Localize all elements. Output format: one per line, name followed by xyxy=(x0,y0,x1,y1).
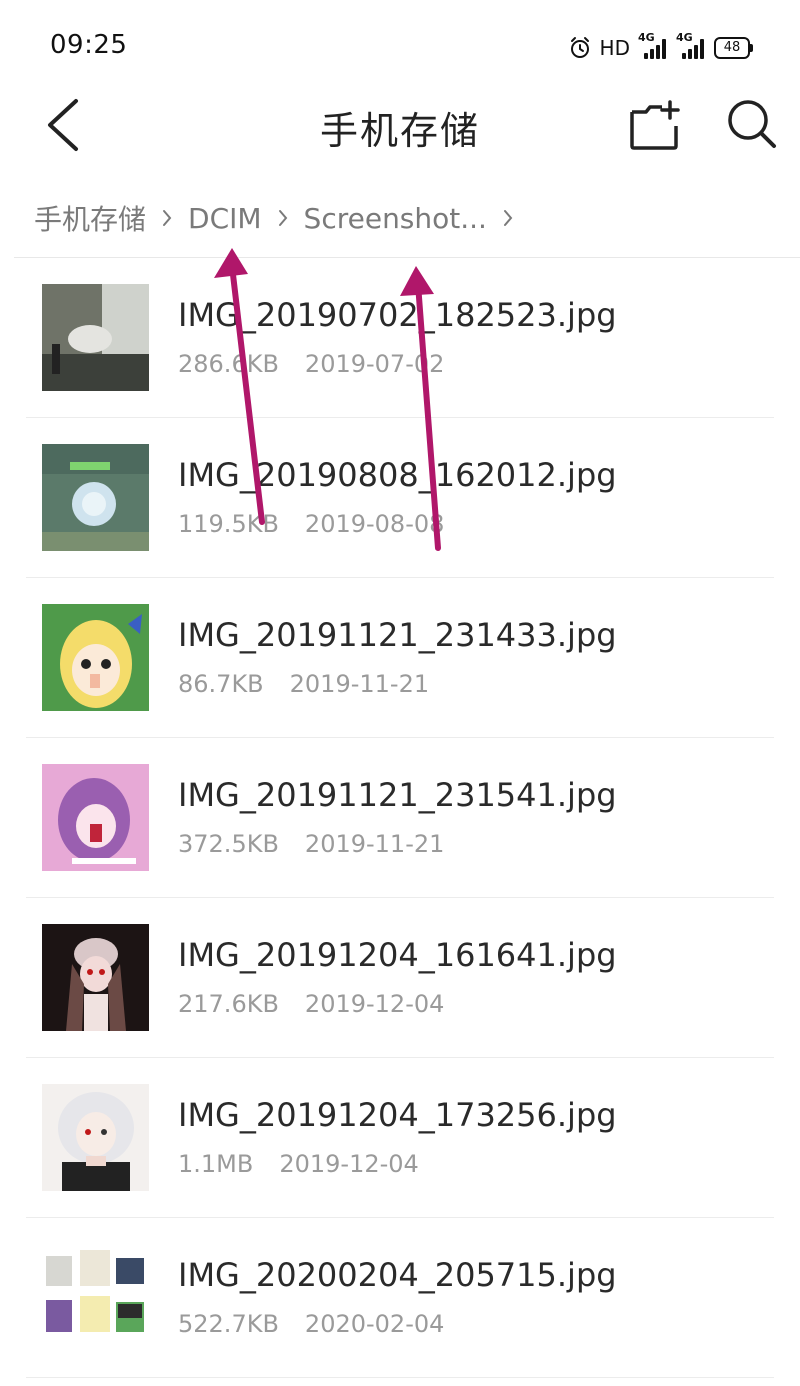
chevron-right-icon xyxy=(503,210,513,226)
file-thumbnail xyxy=(42,1084,149,1191)
signal-strength-1: 4G xyxy=(638,31,668,59)
signal-strength-2: 4G xyxy=(676,31,706,59)
new-folder-icon xyxy=(630,100,680,150)
file-name: IMG_20190702_182523.jpg xyxy=(178,296,617,334)
file-date: 2020-02-04 xyxy=(304,1310,445,1338)
file-meta: 119.5KB 2019-08-08 xyxy=(178,510,444,538)
status-indicators: HD 4G 4G 48 xyxy=(568,31,753,63)
breadcrumb-phone-storage[interactable]: 手机存储 xyxy=(34,198,146,238)
file-list-item[interactable]: IMG_20190808_162012.jpg 119.5KB 2019-08-0… xyxy=(0,418,800,578)
alarm-clock-icon xyxy=(570,37,589,58)
file-size: 86.7KB xyxy=(178,670,264,698)
file-list-item[interactable]: IMG_20191204_161641.jpg 217.6KB 2019-12-0… xyxy=(0,898,800,1058)
row-divider xyxy=(26,1377,774,1378)
file-date: 2019-11-21 xyxy=(304,830,445,858)
file-name: IMG_20191121_231541.jpg xyxy=(178,776,617,814)
breadcrumb-dcim[interactable]: DCIM xyxy=(188,202,262,235)
hd-label: HD xyxy=(599,36,630,60)
file-meta: 372.5KB 2019-11-21 xyxy=(178,830,444,858)
file-meta: 1.1MB 2019-12-04 xyxy=(178,1150,419,1178)
file-meta: 286.6KB 2019-07-02 xyxy=(178,350,444,378)
file-date: 2019-11-21 xyxy=(289,670,430,698)
file-thumbnail xyxy=(42,924,149,1031)
battery-indicator: 48 xyxy=(714,37,753,59)
network-type-label: 4G xyxy=(676,31,693,44)
network-type-label: 4G xyxy=(638,31,655,44)
file-size: 119.5KB xyxy=(178,510,279,538)
file-size: 372.5KB xyxy=(178,830,279,858)
file-name: IMG_20191204_173256.jpg xyxy=(178,1096,617,1134)
file-list-item[interactable]: IMG_20191121_231541.jpg 372.5KB 2019-11-2… xyxy=(0,738,800,898)
file-size: 286.6KB xyxy=(178,350,279,378)
file-date: 2019-07-02 xyxy=(304,350,445,378)
file-date: 2019-08-08 xyxy=(304,510,445,538)
file-meta: 217.6KB 2019-12-04 xyxy=(178,990,444,1018)
file-thumbnail xyxy=(42,604,149,711)
file-list-item[interactable]: IMG_20200204_205715.jpg 522.7KB 2020-02-0… xyxy=(0,1218,800,1378)
new-folder-button[interactable] xyxy=(626,98,684,154)
file-size: 1.1MB xyxy=(178,1150,254,1178)
search-icon xyxy=(728,100,776,148)
search-button[interactable] xyxy=(724,96,780,152)
breadcrumb-screenshots[interactable]: Screenshot... xyxy=(304,202,487,235)
file-list-item[interactable]: IMG_20191204_173256.jpg 1.1MB 2019-12-04 xyxy=(0,1058,800,1218)
status-time: 09:25 xyxy=(50,30,128,60)
breadcrumb: 手机存储 DCIM Screenshot... xyxy=(34,196,529,240)
file-thumbnail xyxy=(42,764,149,871)
file-date: 2019-12-04 xyxy=(279,1150,419,1178)
chevron-right-icon xyxy=(163,210,172,226)
file-name: IMG_20191204_161641.jpg xyxy=(178,936,617,974)
file-size: 522.7KB xyxy=(178,1310,279,1338)
chevron-right-icon xyxy=(278,210,287,226)
file-name: IMG_20200204_205715.jpg xyxy=(178,1256,617,1294)
file-name: IMG_20191121_231433.jpg xyxy=(178,616,617,654)
file-name: IMG_20190808_162012.jpg xyxy=(178,456,617,494)
file-thumbnail xyxy=(42,444,149,551)
file-meta: 86.7KB 2019-11-21 xyxy=(178,670,429,698)
file-meta: 522.7KB 2020-02-04 xyxy=(178,1310,444,1338)
file-list-item[interactable]: IMG_20190702_182523.jpg 286.6KB 2019-07-0… xyxy=(0,258,800,418)
file-date: 2019-12-04 xyxy=(304,990,445,1018)
file-list-item[interactable]: IMG_20191121_231433.jpg 86.7KB 2019-11-21 xyxy=(0,578,800,738)
file-thumbnail xyxy=(42,284,149,391)
file-size: 217.6KB xyxy=(178,990,279,1018)
file-thumbnail xyxy=(42,1244,149,1351)
